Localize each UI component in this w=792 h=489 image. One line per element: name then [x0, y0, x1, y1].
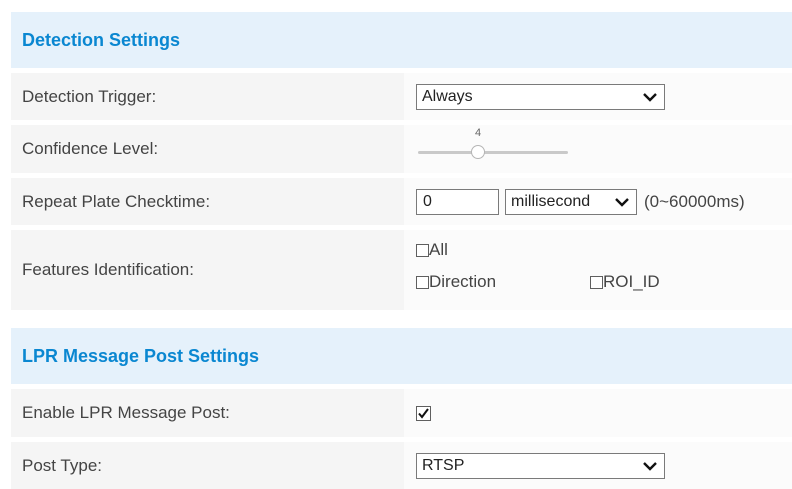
enable-lpr-post-label: Enable LPR Message Post: — [22, 403, 230, 422]
confidence-level-value: 4 — [475, 127, 482, 139]
chevron-down-icon — [643, 461, 657, 471]
detection-trigger-select[interactable]: Always — [416, 83, 665, 110]
repeat-range-hint: (0~60000ms) — [644, 191, 745, 211]
checkmark-icon — [418, 407, 429, 419]
features-identification-label: Features Identification: — [22, 260, 194, 279]
confidence-level-row: Confidence Level: 4 — [11, 125, 792, 173]
feature-all-label: All — [429, 240, 448, 259]
feature-direction-label: Direction — [429, 272, 497, 291]
detection-trigger-label: Detection Trigger: — [22, 86, 157, 106]
chevron-down-icon — [643, 92, 657, 102]
repeat-plate-checktime-label: Repeat Plate Checktime: — [22, 191, 211, 211]
feature-roi-id-label: ROI_ID — [603, 272, 660, 291]
enable-lpr-post-checkbox[interactable] — [416, 405, 431, 421]
slider-track — [418, 151, 568, 154]
feature-option-all[interactable]: All — [416, 240, 448, 260]
repeat-plate-checktime-row: Repeat Plate Checktime: 0 millisecond (0… — [11, 178, 792, 225]
confidence-level-slider[interactable]: 4 — [404, 125, 792, 173]
confidence-level-label: Confidence Level: — [22, 139, 159, 158]
repeat-plate-checktime-input[interactable]: 0 — [416, 188, 499, 215]
post-type-select[interactable]: RTSP — [416, 452, 665, 479]
lpr-message-post-panel: LPR Message Post Settings Enable LPR Mes… — [11, 328, 792, 489]
settings-page: Detection Settings Detection Trigger: Al… — [0, 0, 792, 489]
slider-thumb[interactable] — [471, 145, 485, 159]
features-identification-row: Features Identification: All Direction R… — [11, 230, 792, 310]
feature-option-roi-id[interactable]: ROI_ID — [590, 272, 660, 292]
repeat-unit-select[interactable]: millisecond — [505, 188, 637, 215]
detection-trigger-row: Detection Trigger: Always — [11, 73, 792, 120]
feature-roi-id-checkbox[interactable] — [590, 275, 603, 289]
lpr-message-post-header: LPR Message Post Settings — [11, 328, 792, 384]
feature-direction-checkbox[interactable] — [416, 275, 429, 289]
detection-settings-panel: Detection Settings Detection Trigger: Al… — [11, 12, 792, 310]
feature-option-direction[interactable]: Direction — [416, 272, 496, 292]
repeat-unit-value: millisecond — [511, 192, 591, 210]
detection-trigger-value: Always — [422, 87, 473, 105]
chevron-down-icon — [615, 197, 629, 207]
detection-settings-header: Detection Settings — [11, 12, 792, 68]
enable-lpr-post-row: Enable LPR Message Post: — [11, 389, 792, 437]
post-type-value: RTSP — [422, 456, 465, 474]
feature-all-checkbox[interactable] — [416, 243, 429, 257]
